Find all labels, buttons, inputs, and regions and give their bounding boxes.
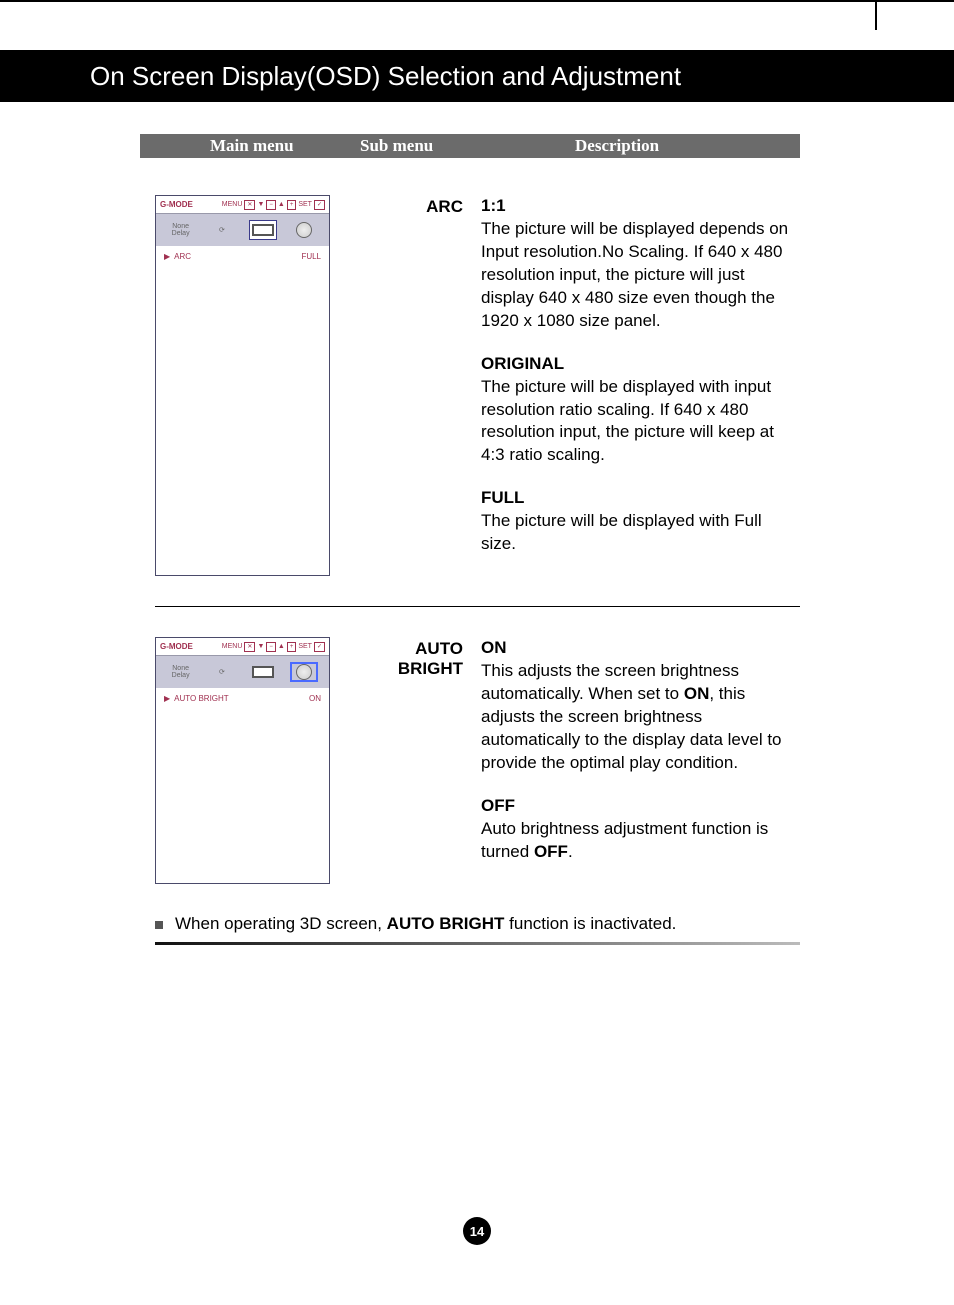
osd-set-label: SET bbox=[298, 201, 312, 208]
play-triangle-icon: ▶ bbox=[164, 252, 170, 261]
bullet-icon bbox=[155, 921, 163, 929]
desc-full: FULL The picture will be displayed with … bbox=[481, 487, 800, 556]
page-title: On Screen Display(OSD) Selection and Adj… bbox=[90, 61, 681, 92]
note-3d: When operating 3D screen, AUTO BRIGHT fu… bbox=[155, 914, 800, 934]
top-rule bbox=[0, 0, 954, 2]
auto-bright-icon bbox=[290, 662, 318, 682]
description-auto-bright: ON This adjusts the screen brightness au… bbox=[481, 637, 800, 883]
osd-top: G-MODE MENU ✕ ▼ − ▲ + SET ✓ bbox=[156, 196, 329, 214]
note-text: When operating 3D screen, AUTO BRIGHT fu… bbox=[175, 914, 676, 934]
osd-status-row: ▶ ARC FULL bbox=[156, 246, 329, 266]
play-triangle-icon: ▶ bbox=[164, 694, 170, 703]
osd-menu-label: MENU bbox=[222, 201, 243, 208]
desc-original: ORIGINAL The picture will be displayed w… bbox=[481, 353, 800, 468]
desc-title: ON bbox=[481, 637, 800, 660]
arc-icon bbox=[249, 662, 277, 682]
section-arc: G-MODE MENU ✕ ▼ − ▲ + SET ✓ NoneDelay ⟳ bbox=[155, 195, 800, 576]
check-icon: ✓ bbox=[314, 642, 325, 652]
osd-top: G-MODE MENU ✕ ▼ − ▲ + SET ✓ bbox=[156, 638, 329, 656]
desc-title: 1:1 bbox=[481, 195, 800, 218]
plus-icon: + bbox=[287, 200, 297, 210]
osd-menu-label: MENU bbox=[222, 643, 243, 650]
description-arc: 1:1 The picture will be displayed depend… bbox=[481, 195, 800, 576]
osd-status-row: ▶ AUTO BRIGHT ON bbox=[156, 688, 329, 708]
osd-screenshot-arc: G-MODE MENU ✕ ▼ − ▲ + SET ✓ NoneDelay ⟳ bbox=[155, 195, 330, 576]
gradient-rule bbox=[155, 942, 800, 945]
desc-body: The picture will be displayed with input… bbox=[481, 376, 800, 468]
osd-status-label: ARC bbox=[174, 252, 301, 261]
osd-nav: MENU ✕ ▼ − ▲ + SET ✓ bbox=[222, 200, 325, 210]
top-divider bbox=[875, 0, 877, 30]
osd-status-value: FULL bbox=[301, 252, 321, 261]
title-bar: On Screen Display(OSD) Selection and Adj… bbox=[0, 50, 954, 102]
none-delay-icon: NoneDelay bbox=[167, 220, 195, 240]
up-triangle-icon: ▲ bbox=[278, 643, 285, 650]
osd-icons-row: NoneDelay ⟳ bbox=[156, 656, 329, 688]
table-header: Main menu Sub menu Description bbox=[140, 134, 800, 158]
desc-title: ORIGINAL bbox=[481, 353, 800, 376]
arc-icon bbox=[249, 220, 277, 240]
fps-icon: ⟳ bbox=[208, 662, 236, 682]
minus-icon: − bbox=[266, 200, 276, 210]
down-triangle-icon: ▼ bbox=[257, 201, 264, 208]
none-delay-icon: NoneDelay bbox=[167, 662, 195, 682]
desc-title: FULL bbox=[481, 487, 800, 510]
header-main: Main menu bbox=[210, 136, 294, 156]
desc-on: ON This adjusts the screen brightness au… bbox=[481, 637, 800, 775]
content: G-MODE MENU ✕ ▼ − ▲ + SET ✓ NoneDelay ⟳ bbox=[155, 195, 800, 945]
check-icon: ✓ bbox=[314, 200, 325, 210]
submenu-auto-bright: AUTO BRIGHT bbox=[348, 637, 463, 883]
header-sub: Sub menu bbox=[360, 136, 433, 156]
section-divider bbox=[155, 606, 800, 607]
osd-title: G-MODE bbox=[160, 642, 193, 651]
minus-icon: − bbox=[266, 642, 276, 652]
osd-screenshot-auto-bright: G-MODE MENU ✕ ▼ − ▲ + SET ✓ NoneDelay ⟳ bbox=[155, 637, 330, 883]
osd-status-value: ON bbox=[309, 694, 321, 703]
osd-title: G-MODE bbox=[160, 200, 193, 209]
desc-title: OFF bbox=[481, 795, 800, 818]
desc-body: The picture will be displayed with Full … bbox=[481, 510, 800, 556]
osd-nav: MENU ✕ ▼ − ▲ + SET ✓ bbox=[222, 642, 325, 652]
desc-off: OFF Auto brightness adjustment function … bbox=[481, 795, 800, 864]
osd-exit-icon: ✕ bbox=[244, 200, 255, 210]
page-number: 14 bbox=[463, 1217, 491, 1245]
auto-bright-icon bbox=[290, 220, 318, 240]
osd-icons-row: NoneDelay ⟳ bbox=[156, 214, 329, 246]
plus-icon: + bbox=[287, 642, 297, 652]
desc-body: This adjusts the screen brightness autom… bbox=[481, 660, 800, 775]
osd-exit-icon: ✕ bbox=[244, 642, 255, 652]
desc-body: Auto brightness adjustment function is t… bbox=[481, 818, 800, 864]
osd-set-label: SET bbox=[298, 643, 312, 650]
header-desc: Description bbox=[575, 136, 659, 156]
up-triangle-icon: ▲ bbox=[278, 201, 285, 208]
submenu-arc: ARC bbox=[348, 195, 463, 576]
desc-body: The picture will be displayed depends on… bbox=[481, 218, 800, 333]
fps-icon: ⟳ bbox=[208, 220, 236, 240]
down-triangle-icon: ▼ bbox=[257, 643, 264, 650]
osd-status-label: AUTO BRIGHT bbox=[174, 694, 309, 703]
desc-1-1: 1:1 The picture will be displayed depend… bbox=[481, 195, 800, 333]
section-auto-bright: G-MODE MENU ✕ ▼ − ▲ + SET ✓ NoneDelay ⟳ bbox=[155, 637, 800, 883]
